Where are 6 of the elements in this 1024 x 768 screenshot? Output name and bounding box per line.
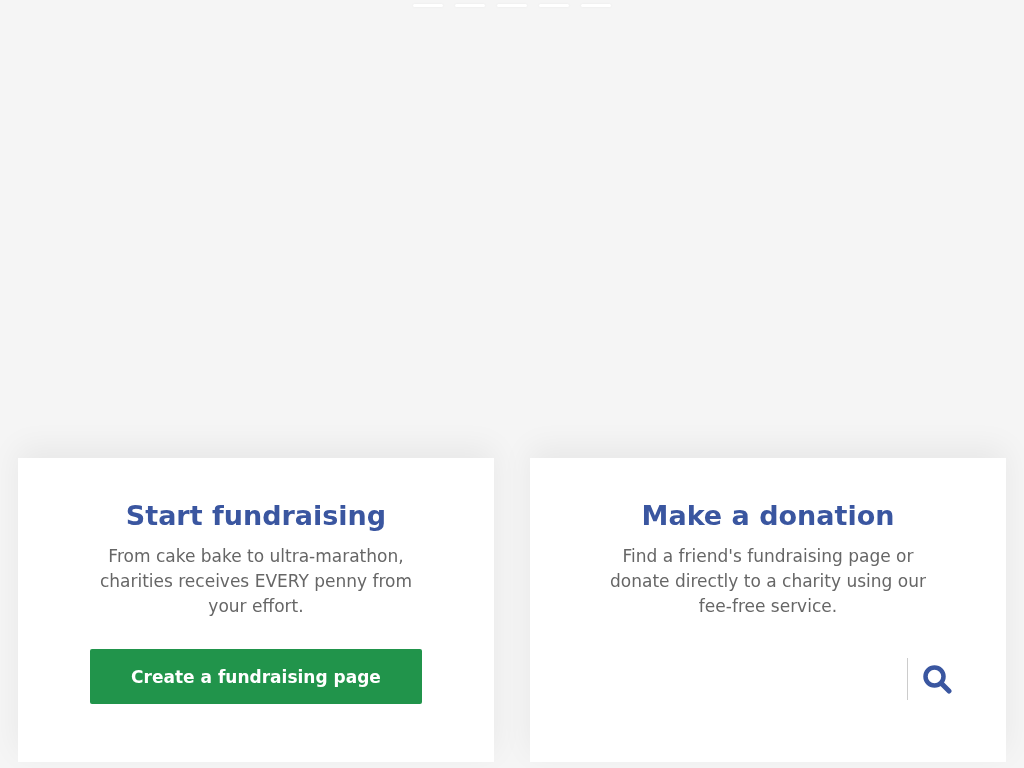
- card-description: From cake bake to ultra-marathon, charities receives EVERY penny from your effort.: [98, 545, 414, 618]
- card-title: Make a donation: [641, 500, 895, 532]
- card-description: Find a friend's fundraising page or donate directly to a charity using our fee-free service.: [609, 545, 927, 618]
- create-page-button[interactable]: Create a fundraising page: [90, 649, 422, 704]
- card-title: Start fundraising: [125, 500, 387, 532]
- search-icon: [922, 664, 952, 694]
